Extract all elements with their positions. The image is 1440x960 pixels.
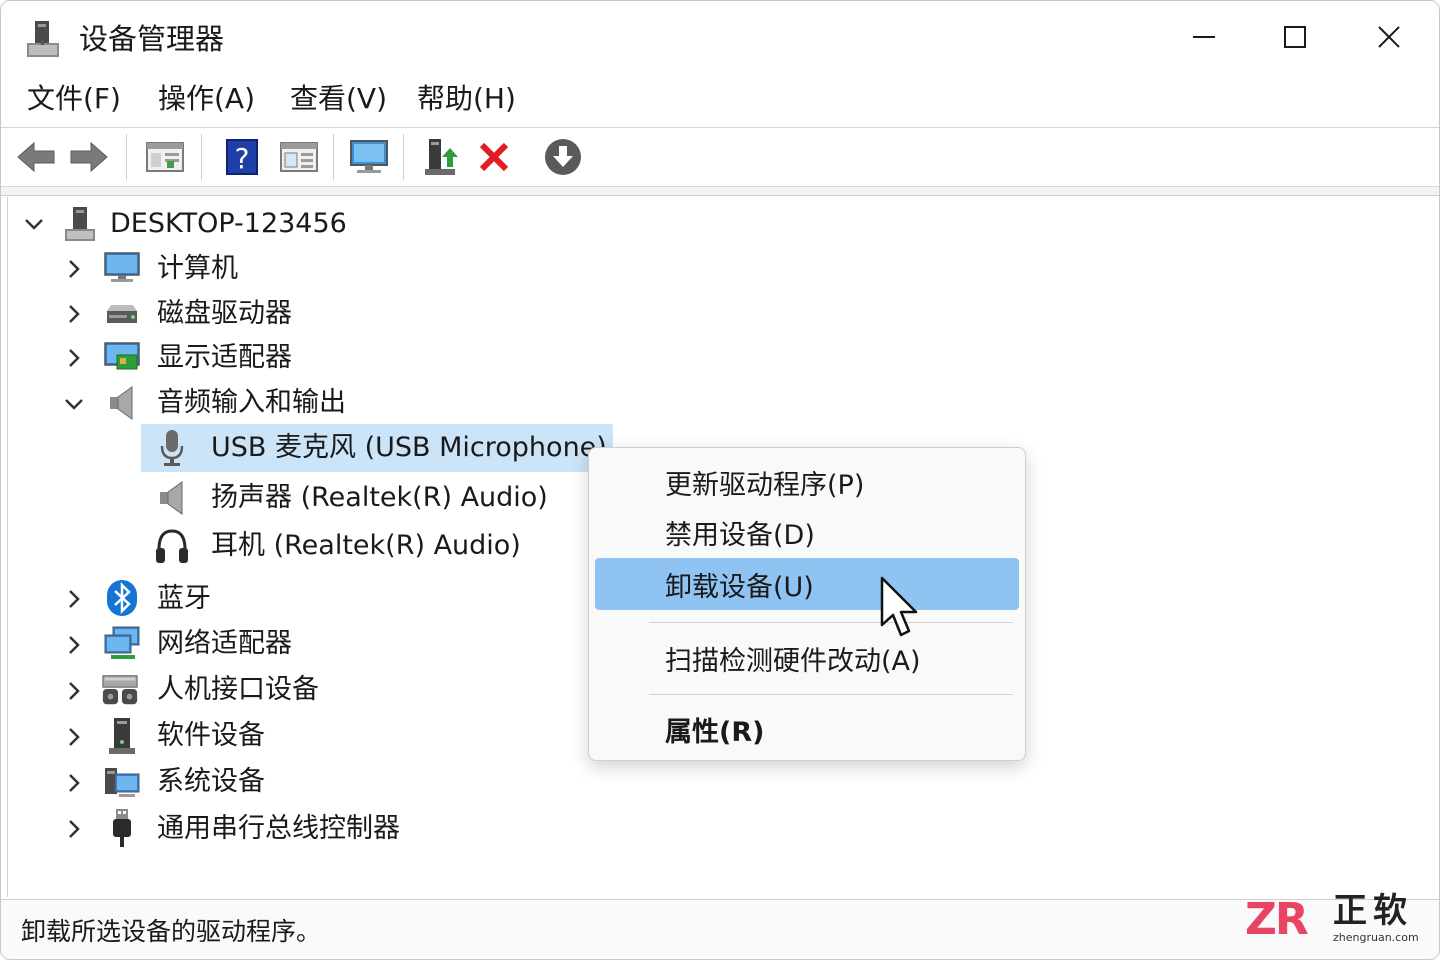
- window-title: 设备管理器: [79, 22, 225, 56]
- tree-category-computer[interactable]: 计算机: [157, 251, 238, 287]
- ctx-update-driver[interactable]: 更新驱动程序(P): [595, 457, 1019, 507]
- chevron-down-icon[interactable]: [63, 393, 85, 415]
- minimize-icon: [1193, 36, 1215, 38]
- back-button[interactable]: [14, 136, 58, 178]
- update-driver-icon: [425, 139, 458, 175]
- tree-category-usb-controllers[interactable]: 通用串行总线控制器: [157, 811, 400, 847]
- tree-category-system-devices[interactable]: 系统设备: [157, 764, 265, 800]
- toolbar-separator: [403, 134, 404, 180]
- usb-icon: [103, 809, 141, 847]
- software-device-icon: [103, 717, 141, 755]
- maximize-button[interactable]: [1259, 13, 1331, 61]
- tree-category-hid[interactable]: 人机接口设备: [157, 672, 319, 708]
- maximize-icon: [1284, 26, 1306, 48]
- tree-root-label[interactable]: DESKTOP-123456: [110, 206, 347, 242]
- uninstall-device-button[interactable]: [472, 136, 516, 178]
- download-driver-button[interactable]: [541, 136, 585, 178]
- close-button[interactable]: [1353, 13, 1425, 61]
- watermark-cn: 正软: [1333, 891, 1413, 931]
- toolbar: ?: [1, 127, 1439, 187]
- tree-category-bluetooth[interactable]: 蓝牙: [157, 581, 211, 617]
- speaker-icon: [153, 479, 191, 517]
- tree-device-headphones[interactable]: 耳机 (Realtek(R) Audio): [211, 528, 521, 564]
- ctx-properties[interactable]: 属性(R): [595, 704, 1019, 754]
- toolbar-separator: [333, 134, 334, 180]
- title-bar: 设备管理器: [1, 1, 1439, 73]
- status-text: 卸载所选设备的驱动程序。: [21, 917, 322, 946]
- ctx-item-label: 禁用设备(D): [665, 519, 815, 551]
- network-adapter-icon: [103, 625, 141, 663]
- display-adapter-icon: [103, 339, 141, 377]
- properties-pane-icon: [280, 142, 318, 172]
- computer-monitor-icon: [350, 140, 388, 173]
- forward-arrow-icon: [70, 141, 108, 173]
- show-hide-console-tree-button[interactable]: [143, 136, 187, 178]
- speaker-icon: [103, 384, 141, 422]
- tree-device-speakers[interactable]: 扬声器 (Realtek(R) Audio): [211, 480, 548, 516]
- forward-button[interactable]: [67, 136, 111, 178]
- content-divider: [1, 187, 1439, 196]
- chevron-right-icon[interactable]: [63, 588, 85, 610]
- show-hide-console-tree-icon: [146, 142, 184, 172]
- tree-category-display-adapters[interactable]: 显示适配器: [157, 340, 292, 376]
- chevron-right-icon[interactable]: [63, 258, 85, 280]
- minimize-button[interactable]: [1168, 13, 1240, 61]
- disk-drive-icon: [103, 295, 141, 333]
- computer-tower-icon: [61, 205, 99, 243]
- ctx-item-label: 属性(R): [665, 716, 765, 748]
- microphone-icon: [153, 429, 191, 467]
- ctx-disable-device[interactable]: 禁用设备(D): [595, 507, 1019, 557]
- tree-category-audio-io[interactable]: 音频输入和输出: [157, 385, 346, 421]
- chevron-down-icon[interactable]: [23, 213, 45, 235]
- scan-computer-button[interactable]: [347, 136, 391, 178]
- uninstall-device-icon: [479, 142, 509, 172]
- chevron-right-icon[interactable]: [63, 772, 85, 794]
- close-icon: [1378, 26, 1400, 48]
- help-icon: ?: [226, 139, 258, 175]
- context-menu: 更新驱动程序(P) 禁用设备(D) 卸载设备(U) 扫描检测硬件改动(A) 属性…: [588, 447, 1026, 761]
- device-manager-window: 设备管理器 文件(F) 操作(A) 查看(V) 帮助(H) ? DESKTOP-…: [0, 0, 1440, 960]
- menu-action[interactable]: 操作(A): [158, 79, 255, 119]
- download-circle-icon: [545, 139, 581, 175]
- hid-icon: [101, 671, 139, 709]
- chevron-right-icon[interactable]: [63, 347, 85, 369]
- ctx-item-label: 卸载设备(U): [665, 571, 814, 603]
- device-manager-icon: [25, 19, 61, 59]
- bluetooth-icon: [103, 579, 141, 617]
- ctx-separator: [649, 622, 1013, 623]
- watermark-logo: ZR 正软 zhengruan.com: [1245, 891, 1425, 951]
- toolbar-separator: [201, 134, 202, 180]
- ctx-scan-hardware[interactable]: 扫描检测硬件改动(A): [595, 633, 1019, 683]
- ctx-uninstall-device[interactable]: 卸载设备(U): [595, 558, 1019, 610]
- menu-file[interactable]: 文件(F): [27, 79, 121, 119]
- watermark-mark: ZR: [1245, 894, 1309, 945]
- properties-pane-button[interactable]: [277, 136, 321, 178]
- chevron-right-icon[interactable]: [63, 634, 85, 656]
- chevron-right-icon[interactable]: [63, 680, 85, 702]
- status-bar: 卸载所选设备的驱动程序。: [1, 899, 1439, 959]
- menu-bar: 文件(F) 操作(A) 查看(V) 帮助(H): [1, 73, 1439, 127]
- back-arrow-icon: [17, 141, 55, 173]
- headphones-icon: [153, 527, 191, 565]
- ctx-item-label: 扫描检测硬件改动(A): [665, 645, 921, 677]
- tree-category-software-devices[interactable]: 软件设备: [157, 718, 265, 754]
- watermark-en: zhengruan.com: [1333, 931, 1419, 944]
- menu-help[interactable]: 帮助(H): [417, 79, 516, 119]
- menu-view[interactable]: 查看(V): [290, 79, 387, 119]
- mouse-pointer-icon: [879, 575, 923, 641]
- chevron-right-icon[interactable]: [63, 726, 85, 748]
- system-device-icon: [103, 763, 141, 801]
- chevron-right-icon[interactable]: [63, 818, 85, 840]
- monitor-icon: [103, 249, 141, 287]
- help-button[interactable]: ?: [220, 136, 264, 178]
- ctx-separator: [649, 694, 1013, 695]
- svg-text:?: ?: [235, 142, 250, 175]
- update-driver-button[interactable]: [419, 136, 463, 178]
- tree-device-usb-microphone[interactable]: USB 麦克风 (USB Microphone): [211, 430, 607, 466]
- chevron-right-icon[interactable]: [63, 303, 85, 325]
- toolbar-separator: [126, 134, 127, 180]
- tree-category-disk-drives[interactable]: 磁盘驱动器: [157, 296, 292, 332]
- ctx-item-label: 更新驱动程序(P): [665, 469, 865, 501]
- tree-category-network-adapters[interactable]: 网络适配器: [157, 626, 292, 662]
